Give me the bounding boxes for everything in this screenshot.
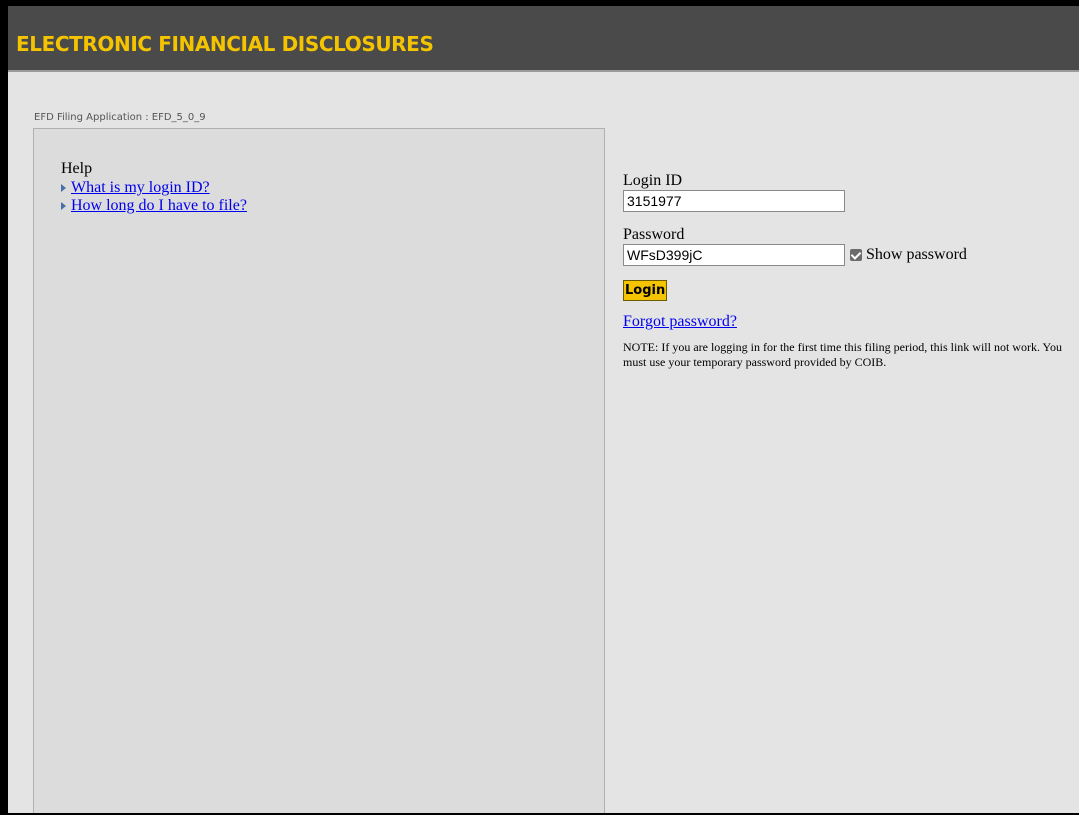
forgot-password-link[interactable]: Forgot password? — [623, 313, 1073, 331]
show-password-checkbox[interactable] — [850, 249, 862, 261]
help-item-login-id: What is my login ID? — [61, 179, 247, 197]
help-links: What is my login ID? How long do I have … — [61, 179, 247, 215]
how-long-to-file-link[interactable]: How long do I have to file? — [71, 197, 247, 215]
help-item-file-deadline: How long do I have to file? — [61, 197, 247, 215]
show-password-label[interactable]: Show password — [866, 246, 967, 264]
password-label: Password — [623, 226, 685, 243]
login-button[interactable]: Login — [623, 280, 668, 301]
note-text: NOTE: If you are logging in for the firs… — [623, 340, 1062, 369]
header-divider — [8, 70, 1079, 72]
password-input[interactable] — [623, 244, 845, 266]
what-is-my-login-id-link[interactable]: What is my login ID? — [71, 179, 210, 197]
caret-right-icon — [61, 202, 66, 210]
password-row: Show password — [623, 244, 1073, 266]
help-title: Help — [61, 160, 93, 177]
caret-right-icon — [61, 184, 66, 192]
app-version: EFD Filing Application : EFD_5_0_9 — [34, 112, 206, 123]
login-id-label: Login ID — [623, 172, 683, 189]
login-id-input[interactable] — [623, 190, 845, 212]
login-form: Login ID Password Show password Login Fo… — [623, 172, 1073, 370]
header-bar: ELECTRONIC FINANCIAL DISCLOSURES — [8, 0, 1079, 70]
app-title: ELECTRONIC FINANCIAL DISCLOSURES — [16, 32, 434, 56]
help-panel: Help What is my login ID? How long do I … — [33, 128, 605, 813]
page-frame: ELECTRONIC FINANCIAL DISCLOSURES EFD Fil… — [8, 0, 1079, 813]
